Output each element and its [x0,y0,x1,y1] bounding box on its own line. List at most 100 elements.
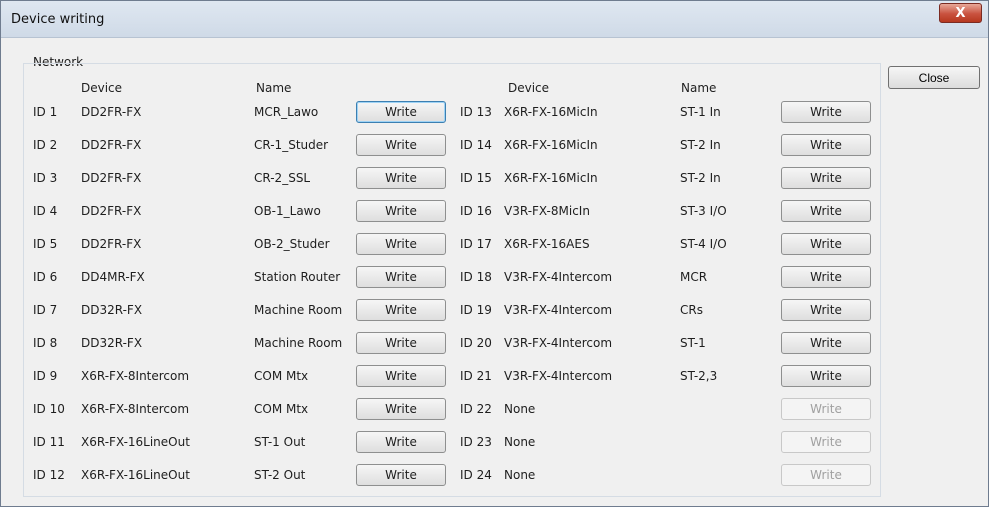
write-button[interactable]: Write [356,431,446,453]
write-button[interactable]: Write [781,332,871,354]
device-id: ID 18 [460,270,492,284]
device-id: ID 8 [33,336,58,350]
device-id: ID 21 [460,369,492,383]
device-name: ST-1 Out [254,435,306,449]
device-type: X6R-FX-16LineOut [81,468,190,482]
device-name: Machine Room [254,336,343,350]
device-name: COM Mtx [254,369,309,383]
device-type: X6R-FX-8Intercom [81,369,190,383]
device-type: DD2FR-FX [81,171,142,185]
device-name: ST-4 I/O [680,237,727,251]
device-type: None [504,435,536,449]
device-id: ID 19 [460,303,492,317]
device-id: ID 17 [460,237,492,251]
write-button[interactable]: Write [356,134,446,156]
device-name: ST-2 In [680,138,721,152]
device-id: ID 5 [33,237,58,251]
device-id: ID 24 [460,468,492,482]
write-button[interactable]: Write [356,464,446,486]
right-name-header: Name [681,81,717,95]
device-id: ID 11 [33,435,65,449]
device-type: V3R-FX-4Intercom [504,369,613,383]
write-button[interactable]: Write [781,299,871,321]
device-id: ID 13 [460,105,492,119]
left-device-header: Device [81,81,123,95]
device-name: MCR_Lawo [254,105,319,119]
device-type: X6R-FX-16MicIn [504,138,598,152]
write-button[interactable]: Write [356,299,446,321]
device-type: X6R-FX-16MicIn [504,171,598,185]
device-writing-dialog: Device writing X Network Device Name Dev… [0,0,989,507]
write-button[interactable]: Write [356,365,446,387]
write-button: Write [781,398,871,420]
device-type: None [504,468,536,482]
device-id: ID 12 [33,468,65,482]
device-type: V3R-FX-4Intercom [504,303,613,317]
device-type: X6R-FX-16MicIn [504,105,598,119]
write-button[interactable]: Write [781,200,871,222]
device-name: ST-2 In [680,171,721,185]
network-group [23,63,881,497]
device-type: V3R-FX-4Intercom [504,336,613,350]
write-button[interactable]: Write [356,101,446,123]
write-button[interactable]: Write [781,365,871,387]
device-name: ST-3 I/O [680,204,727,218]
device-type: X6R-FX-16LineOut [81,435,190,449]
device-name: ST-1 In [680,105,721,119]
device-type: DD2FR-FX [81,204,142,218]
device-id: ID 10 [33,402,65,416]
device-type: X6R-FX-8Intercom [81,402,190,416]
device-id: ID 7 [33,303,58,317]
device-id: ID 4 [33,204,58,218]
title-bar: Device writing X [1,1,988,38]
device-id: ID 6 [33,270,58,284]
right-device-header: Device [508,81,550,95]
write-button[interactable]: Write [781,101,871,123]
device-type: DD2FR-FX [81,237,142,251]
write-button[interactable]: Write [356,200,446,222]
write-button: Write [781,464,871,486]
device-name: ST-2,3 [680,369,718,383]
device-type: DD4MR-FX [81,270,145,284]
device-type: DD32R-FX [81,336,143,350]
write-button[interactable]: Write [781,233,871,255]
device-name: OB-2_Studer [254,237,330,251]
device-id: ID 3 [33,171,58,185]
write-button[interactable]: Write [781,266,871,288]
device-name: Machine Room [254,303,343,317]
device-name: ST-1 [680,336,706,350]
device-id: ID 20 [460,336,492,350]
device-name: OB-1_Lawo [254,204,321,218]
window-close-icon[interactable]: X [939,3,982,23]
device-name: CR-1_Studer [254,138,329,152]
left-name-header: Name [256,81,292,95]
window-title: Device writing [11,12,105,27]
device-id: ID 15 [460,171,492,185]
write-button[interactable]: Write [356,332,446,354]
device-name: CRs [680,303,703,317]
device-type: V3R-FX-4Intercom [504,270,613,284]
device-name: COM Mtx [254,402,309,416]
write-button[interactable]: Write [781,167,871,189]
device-id: ID 1 [33,105,58,119]
device-type: DD2FR-FX [81,105,142,119]
write-button[interactable]: Write [356,167,446,189]
device-id: ID 14 [460,138,492,152]
close-button[interactable]: Close [888,66,980,89]
write-button[interactable]: Write [356,233,446,255]
device-name: CR-2_SSL [254,171,311,185]
device-type: V3R-FX-8MicIn [504,204,590,218]
device-id: ID 9 [33,369,58,383]
write-button[interactable]: Write [356,398,446,420]
write-button[interactable]: Write [781,134,871,156]
device-id: ID 16 [460,204,492,218]
device-id: ID 23 [460,435,492,449]
device-id: ID 2 [33,138,58,152]
write-button[interactable]: Write [356,266,446,288]
device-name: ST-2 Out [254,468,306,482]
device-type: DD32R-FX [81,303,143,317]
device-type: X6R-FX-16AES [504,237,590,251]
device-name: MCR [680,270,708,284]
device-type: None [504,402,536,416]
device-id: ID 22 [460,402,492,416]
